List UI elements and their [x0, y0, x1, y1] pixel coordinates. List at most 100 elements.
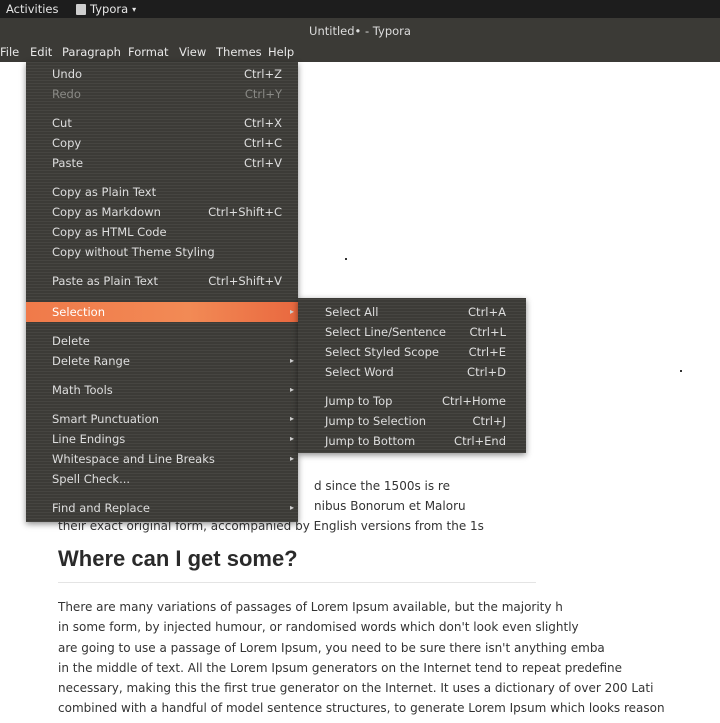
- paragraph: There are many variations of passages of…: [58, 597, 678, 719]
- menu-item-jump-to-selection[interactable]: Jump to Selection Ctrl+J: [298, 411, 526, 431]
- shortcut-label: Ctrl+J: [472, 414, 507, 428]
- menu-item-copy-without-theme[interactable]: Copy without Theme Styling: [26, 242, 298, 262]
- menu-item-label: Smart Punctuation: [52, 412, 159, 426]
- menu-item-label: Copy without Theme Styling: [52, 245, 215, 259]
- menu-item-label: Copy as HTML Code: [52, 225, 167, 239]
- chevron-right-icon: ▸: [289, 503, 294, 512]
- chevron-right-icon: ▸: [289, 307, 294, 316]
- menu-item-label: Select Word: [325, 365, 394, 379]
- menu-item-redo[interactable]: Redo Ctrl+Y: [26, 84, 298, 104]
- shortcut-label: Ctrl+Home: [441, 394, 506, 408]
- chevron-right-icon: ▸: [289, 434, 294, 443]
- menu-item-label: Math Tools: [52, 383, 113, 397]
- chevron-right-icon: ▸: [289, 454, 294, 463]
- shortcut-label: Ctrl+L: [469, 325, 506, 339]
- menu-item-jump-to-top[interactable]: Jump to Top Ctrl+Home: [298, 391, 526, 411]
- menu-item-selection[interactable]: Selection ▸: [26, 302, 298, 322]
- menu-item-copy-markdown[interactable]: Copy as Markdown Ctrl+Shift+C: [26, 202, 298, 222]
- paragraph-line: in the middle of text. All the Lorem Ips…: [58, 660, 623, 675]
- shortcut-label: Ctrl+D: [467, 365, 506, 379]
- menu-item-label: Cut: [52, 116, 72, 130]
- menu-item-label: Copy: [52, 136, 82, 150]
- shortcut-label: Ctrl+V: [244, 156, 282, 170]
- menu-item-label: Delete: [52, 334, 90, 348]
- menu-item-label: Copy as Markdown: [52, 205, 161, 219]
- window-title-bar: Untitled• - Typora: [0, 18, 720, 44]
- menu-item-math-tools[interactable]: Math Tools ▸: [26, 380, 298, 400]
- heading-divider: [58, 582, 536, 583]
- chevron-right-icon: ▸: [289, 414, 294, 423]
- menu-item-smart-punctuation[interactable]: Smart Punctuation ▸: [26, 409, 298, 429]
- activities-button[interactable]: Activities: [6, 2, 58, 16]
- menu-themes[interactable]: Themes: [216, 45, 262, 59]
- menu-item-label: Delete Range: [52, 354, 130, 368]
- shortcut-label: Ctrl+Z: [244, 67, 282, 81]
- menu-item-spell-check[interactable]: Spell Check...: [26, 469, 298, 489]
- paragraph-line: combined with a handful of model sentenc…: [58, 701, 665, 716]
- menu-item-paste[interactable]: Paste Ctrl+V: [26, 153, 298, 173]
- menu-bar: File Edit Paragraph Format View Themes H…: [0, 44, 720, 62]
- menu-item-label: Paste as Plain Text: [52, 274, 158, 288]
- menu-item-select-styled-scope[interactable]: Select Styled Scope Ctrl+E: [298, 342, 526, 362]
- shortcut-label: Ctrl+End: [454, 434, 506, 448]
- menu-item-label: Find and Replace: [52, 501, 150, 515]
- menu-item-line-endings[interactable]: Line Endings ▸: [26, 429, 298, 449]
- menu-item-select-all[interactable]: Select All Ctrl+A: [298, 302, 526, 322]
- menu-item-label: Redo: [52, 87, 81, 101]
- menu-item-label: Jump to Bottom: [325, 434, 416, 448]
- text-cursor-mark: [345, 258, 347, 260]
- menu-item-copy[interactable]: Copy Ctrl+C: [26, 133, 298, 153]
- shortcut-label: Ctrl+Shift+C: [208, 205, 282, 219]
- app-menu-button[interactable]: Typora ▾: [76, 2, 136, 16]
- menu-item-label: Jump to Top: [325, 394, 393, 408]
- chevron-down-icon: ▾: [132, 4, 137, 14]
- menu-help[interactable]: Help: [268, 45, 294, 59]
- menu-item-copy-plain-text[interactable]: Copy as Plain Text: [26, 182, 298, 202]
- shortcut-label: Ctrl+Y: [244, 87, 282, 101]
- menu-item-select-line[interactable]: Select Line/Sentence Ctrl+L: [298, 322, 526, 342]
- shortcut-label: Ctrl+X: [244, 116, 282, 130]
- menu-edit[interactable]: Edit: [30, 45, 52, 59]
- menu-item-label: Selection: [52, 305, 105, 319]
- paragraph-line: are going to use a passage of Lorem Ipsu…: [58, 640, 605, 655]
- selection-submenu: Select All Ctrl+A Select Line/Sentence C…: [298, 298, 526, 453]
- shortcut-label: Ctrl+Shift+V: [208, 274, 282, 288]
- chevron-right-icon: ▸: [289, 356, 294, 365]
- menu-item-label: Copy as Plain Text: [52, 185, 157, 199]
- paragraph-line: in some form, by injected humour, or ran…: [58, 620, 579, 635]
- menu-item-find-replace[interactable]: Find and Replace ▸: [26, 498, 298, 518]
- text-cursor-mark: [680, 370, 682, 372]
- menu-item-label: Select Line/Sentence: [325, 325, 446, 339]
- shortcut-label: Ctrl+C: [243, 136, 282, 150]
- menu-item-label: Spell Check...: [52, 472, 131, 486]
- menu-paragraph[interactable]: Paragraph: [62, 45, 121, 59]
- system-top-bar: Activities Typora ▾: [0, 0, 720, 18]
- chevron-right-icon: ▸: [289, 385, 294, 394]
- menu-item-label: Paste: [52, 156, 84, 170]
- menu-item-delete[interactable]: Delete: [26, 331, 298, 351]
- shortcut-label: Ctrl+E: [468, 345, 506, 359]
- typora-app-icon: [76, 3, 86, 15]
- menu-item-label: Select Styled Scope: [325, 345, 440, 359]
- edit-menu: Undo Ctrl+Z Redo Ctrl+Y Cut Ctrl+X Copy …: [26, 62, 298, 522]
- menu-item-label: Undo: [52, 67, 83, 81]
- window-title: Untitled• - Typora: [309, 24, 411, 38]
- menu-view[interactable]: View: [179, 45, 206, 59]
- menu-item-cut[interactable]: Cut Ctrl+X: [26, 113, 298, 133]
- menu-item-label: Select All: [325, 305, 379, 319]
- section-heading: Where can I get some?: [58, 546, 298, 571]
- menu-item-select-word[interactable]: Select Word Ctrl+D: [298, 362, 526, 382]
- menu-item-delete-range[interactable]: Delete Range ▸: [26, 351, 298, 371]
- paragraph-line: necessary, making this the first true ge…: [58, 681, 654, 696]
- menu-item-jump-to-bottom[interactable]: Jump to Bottom Ctrl+End: [298, 431, 526, 451]
- menu-item-paste-plain-text[interactable]: Paste as Plain Text Ctrl+Shift+V: [26, 271, 298, 291]
- menu-item-whitespace-line-breaks[interactable]: Whitespace and Line Breaks ▸: [26, 449, 298, 469]
- menu-format[interactable]: Format: [128, 45, 169, 59]
- menu-item-label: Whitespace and Line Breaks: [52, 452, 215, 466]
- menu-item-label: Line Endings: [52, 432, 126, 446]
- app-name: Typora: [90, 2, 129, 16]
- menu-item-copy-html[interactable]: Copy as HTML Code: [26, 222, 298, 242]
- menu-item-undo[interactable]: Undo Ctrl+Z: [26, 64, 298, 84]
- menu-item-label: Jump to Selection: [325, 414, 427, 428]
- menu-file[interactable]: File: [0, 45, 19, 59]
